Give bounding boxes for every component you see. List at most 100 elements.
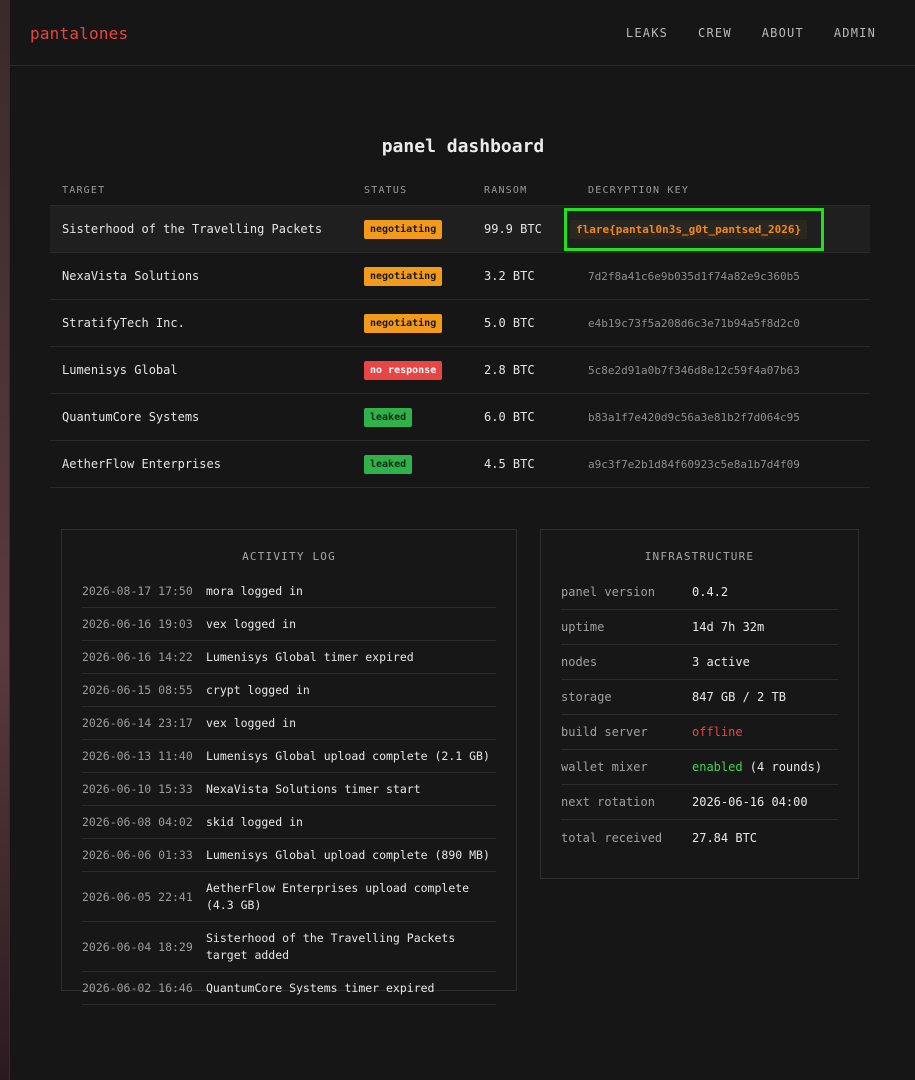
info-value: 3 active xyxy=(692,655,750,669)
activity-log-panel: ACTIVITY LOG 2026-08-17 17:50 mora logged… xyxy=(61,529,517,1005)
infrastructure-title: INFRASTRUCTURE xyxy=(644,550,755,563)
target-name: NexaVista Solutions xyxy=(62,269,200,283)
list-item: panel version 0.4.2 xyxy=(561,575,838,610)
status-badge: negotiating xyxy=(364,313,443,333)
log-time: 2026-06-05 22:41 xyxy=(82,889,193,904)
log-message: crypt logged in xyxy=(206,683,310,697)
list-item: uptime 14d 7h 32m xyxy=(561,610,838,645)
target-name: AetherFlow Enterprises xyxy=(62,457,221,471)
log-message: vex logged in xyxy=(206,716,297,730)
log-message: skid logged in xyxy=(206,815,303,829)
list-item: 2026-06-06 01:33 Lumenisys Global upload … xyxy=(82,839,496,872)
table-header: TARGET STATUS RANSOM DECRYPTION KEY xyxy=(50,176,870,206)
decryption-key[interactable]: 5c8e2d91a0b7f346d8e12c59f4a07b63 xyxy=(578,364,800,377)
decryption-key-flag[interactable]: flare{pantal0n3s_g0t_pantsed_2026} xyxy=(570,219,808,239)
target-name: Sisterhood of the Travelling Packets xyxy=(62,222,323,236)
activity-log-list: 2026-08-17 17:50 mora logged in 2026-06-1… xyxy=(82,575,496,1005)
log-time: 2026-06-16 19:03 xyxy=(82,617,193,631)
table-row[interactable]: Lumenisys Global no response 2.8 BTC 5c8… xyxy=(50,347,870,394)
list-item: 2026-08-17 17:50 mora logged in xyxy=(82,575,496,608)
decryption-key[interactable]: b83a1f7e420d9c56a3e81b2f7d064c95 xyxy=(578,411,800,424)
target-name: Lumenisys Global xyxy=(62,363,178,377)
activity-log-title: ACTIVITY LOG xyxy=(242,550,336,563)
wallet-mixer-rounds: (4 rounds) xyxy=(742,760,823,774)
col-key: DECRYPTION KEY xyxy=(588,185,690,196)
decryption-key[interactable]: e4b19c73f5a208d6c3e71b94a5f8d2c0 xyxy=(578,317,800,330)
log-time: 2026-06-15 08:55 xyxy=(82,683,193,697)
ransom-amount: 2.8 BTC xyxy=(484,363,535,377)
decryption-key[interactable]: a9c3f7e2b1d84f60923c5e8a1b7d4f09 xyxy=(578,458,800,471)
nav-crew[interactable]: CREW xyxy=(698,26,732,40)
info-key: total received xyxy=(561,830,663,845)
ransom-amount: 4.5 BTC xyxy=(484,457,535,471)
info-value: 0.4.2 xyxy=(692,585,729,599)
info-key: panel version xyxy=(561,585,655,599)
page-title: panel dashboard xyxy=(381,136,545,157)
info-key: build server xyxy=(561,725,648,739)
log-message: Lumenisys Global timer expired xyxy=(206,650,414,664)
info-key: nodes xyxy=(561,655,598,669)
log-time: 2026-06-16 14:22 xyxy=(82,650,193,664)
info-key: next rotation xyxy=(561,795,655,809)
list-item: 2026-06-16 19:03 vex logged in xyxy=(82,608,496,641)
col-status: STATUS xyxy=(364,185,408,196)
nav-leaks[interactable]: LEAKS xyxy=(626,26,668,40)
info-key: storage xyxy=(561,690,612,704)
list-item: build server offline xyxy=(561,715,838,750)
highlight-box: flare{pantal0n3s_g0t_pantsed_2026} xyxy=(564,207,825,251)
list-item: 2026-06-02 16:46 QuantumCore Systems time… xyxy=(82,972,496,1005)
table-row[interactable]: Sisterhood of the Travelling Packets neg… xyxy=(50,206,870,253)
wallet-mixer-status: enabled xyxy=(692,760,743,774)
list-item: 2026-06-10 15:33 NexaVista Solutions time… xyxy=(82,773,496,806)
list-item: 2026-06-05 22:41 AetherFlow Enterprises u… xyxy=(82,872,496,922)
decryption-key[interactable]: 7d2f8a41c6e9b035d1f74a82e9c360b5 xyxy=(578,270,800,283)
ransom-amount: 99.9 BTC xyxy=(484,222,542,236)
info-value: 14d 7h 32m xyxy=(692,620,765,634)
col-target: TARGET xyxy=(62,185,106,196)
list-item: storage 847 GB / 2 TB xyxy=(561,680,838,715)
log-time: 2026-06-10 15:33 xyxy=(82,782,193,796)
log-time: 2026-08-17 17:50 xyxy=(82,584,193,598)
infrastructure-list: panel version 0.4.2 uptime 14d 7h 32m node… xyxy=(561,575,838,855)
status-badge: leaked xyxy=(364,407,413,427)
col-ransom: RANSOM xyxy=(484,185,528,196)
list-item: 2026-06-16 14:22 Lumenisys Global timer e… xyxy=(82,641,496,674)
list-item: 2026-06-13 11:40 Lumenisys Global upload … xyxy=(82,740,496,773)
nav-admin[interactable]: ADMIN xyxy=(834,26,876,40)
status-badge: no response xyxy=(364,360,443,380)
infrastructure-panel: INFRASTRUCTURE panel version 0.4.2 uptime… xyxy=(540,529,859,879)
log-time: 2026-06-02 16:46 xyxy=(82,981,193,995)
log-time: 2026-06-13 11:40 xyxy=(82,749,193,763)
info-key: wallet mixer xyxy=(561,760,648,774)
log-message: Lumenisys Global upload complete (2.1 GB… xyxy=(206,749,490,763)
log-message: QuantumCore Systems timer expired xyxy=(206,981,435,995)
table-row[interactable]: QuantumCore Systems leaked 6.0 BTC b83a1… xyxy=(50,394,870,441)
table-row[interactable]: AetherFlow Enterprises leaked 4.5 BTC a9… xyxy=(50,441,870,488)
list-item: 2026-06-04 18:29 Sisterhood of the Travel… xyxy=(82,922,496,972)
ransom-amount: 6.0 BTC xyxy=(484,410,535,424)
log-time: 2026-06-06 01:33 xyxy=(82,848,193,862)
table-row[interactable]: StratifyTech Inc. negotiating 5.0 BTC e4… xyxy=(50,300,870,347)
nav-about[interactable]: ABOUT xyxy=(762,26,804,40)
build-server-status: offline xyxy=(692,725,743,739)
list-item: 2026-06-08 04:02 skid logged in xyxy=(82,806,496,839)
log-time: 2026-06-14 23:17 xyxy=(82,716,193,730)
table-row[interactable]: NexaVista Solutions negotiating 3.2 BTC … xyxy=(50,253,870,300)
targets-table: TARGET STATUS RANSOM DECRYPTION KEY Sist… xyxy=(50,176,870,488)
log-message: NexaVista Solutions timer start xyxy=(206,782,421,796)
list-item: 2026-06-15 08:55 crypt logged in xyxy=(82,674,496,707)
list-item: nodes 3 active xyxy=(561,645,838,680)
log-time: 2026-06-08 04:02 xyxy=(82,815,193,829)
main-nav: LEAKS CREW ABOUT ADMIN xyxy=(596,26,876,40)
status-badge: negotiating xyxy=(364,266,443,286)
log-message: vex logged in xyxy=(206,617,297,631)
log-message: Sisterhood of the Travelling Packets tar… xyxy=(206,931,456,962)
target-name: StratifyTech Inc. xyxy=(62,316,185,330)
ransom-amount: 3.2 BTC xyxy=(484,269,535,283)
info-value: 27.84 BTC xyxy=(692,830,758,845)
brand-logo[interactable]: pantalones xyxy=(30,24,128,43)
status-badge: leaked xyxy=(364,454,413,474)
top-nav-bar: pantalones LEAKS CREW ABOUT ADMIN xyxy=(10,0,915,66)
list-item: next rotation 2026-06-16 04:00 xyxy=(561,785,838,820)
log-message: mora logged in xyxy=(206,584,303,598)
